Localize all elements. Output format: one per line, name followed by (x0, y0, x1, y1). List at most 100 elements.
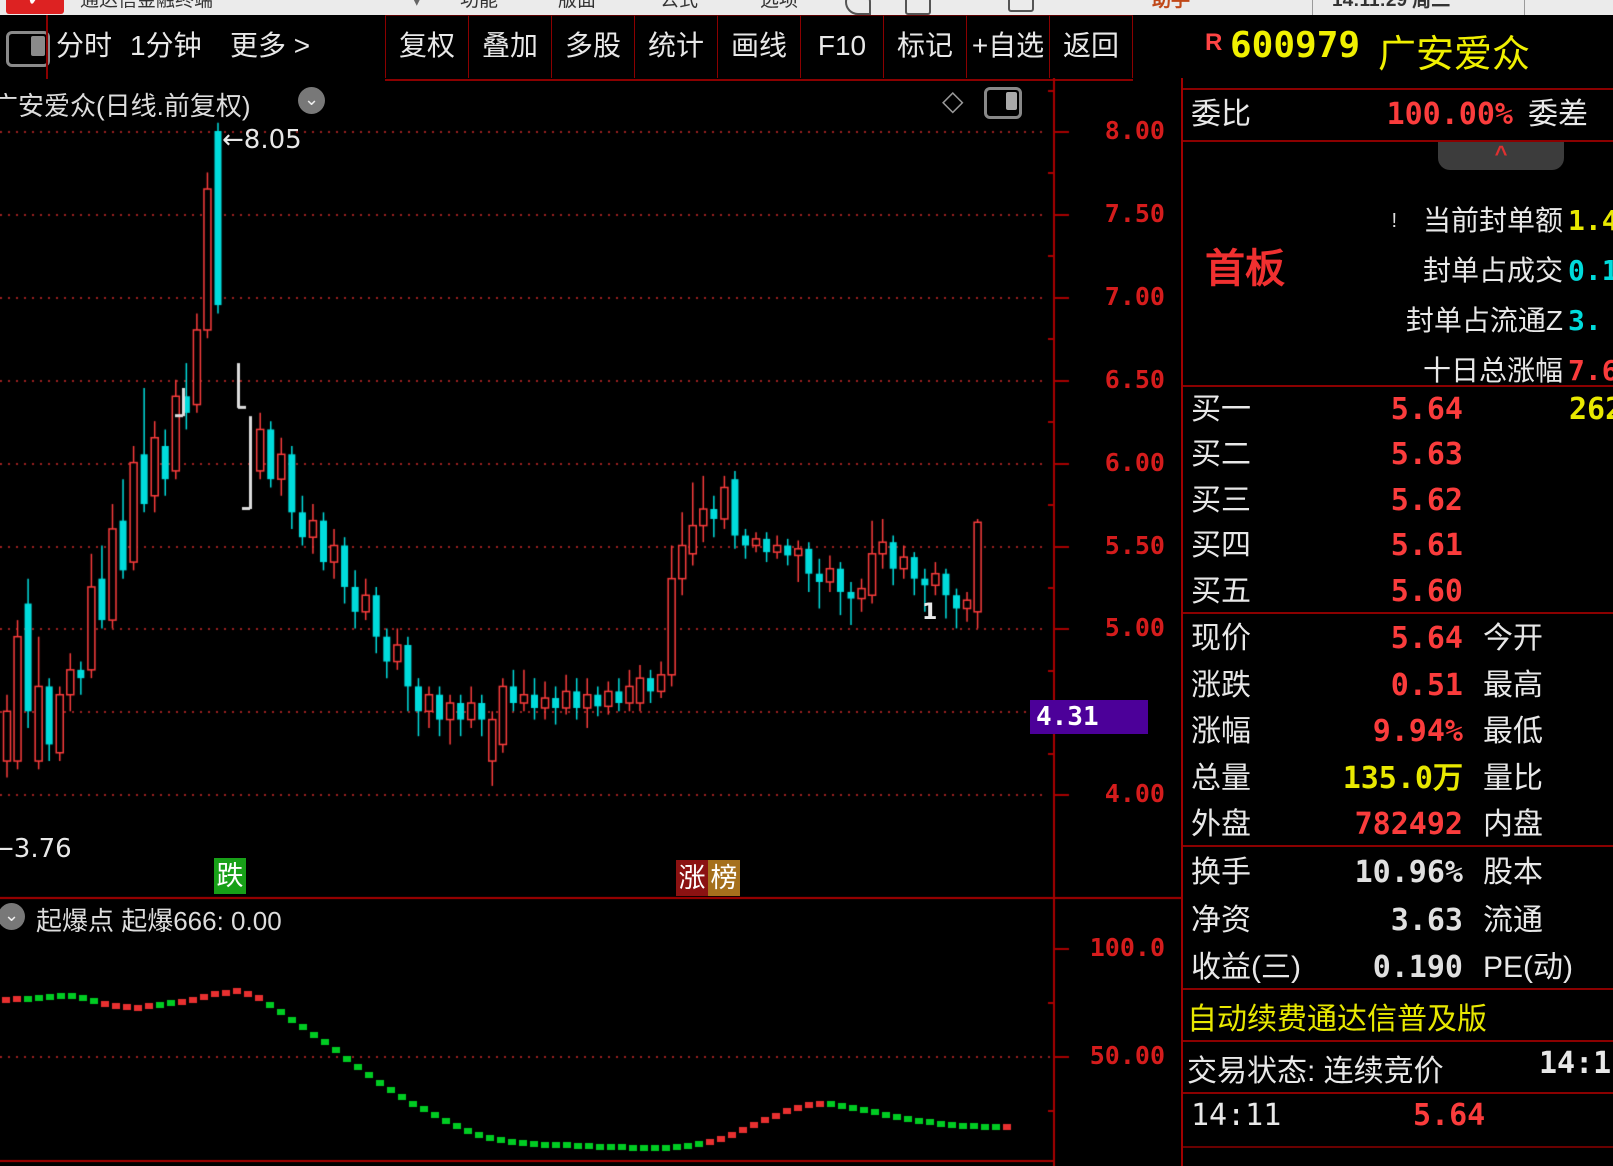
layout-toggle-icon[interactable] (6, 31, 50, 67)
toolbar: 分时1分钟更多 > 复权叠加多股统计画线F10标记+自选返回 R 600979 … (0, 15, 1613, 79)
stat-row-1: ! 当前封单额1.4 (1183, 200, 1613, 242)
toolbar-button-画线[interactable]: 画线 (717, 15, 800, 78)
fall-badge[interactable]: 跌 (214, 858, 246, 894)
indicator-title: 起爆点 起爆666: 0.00 (36, 901, 282, 938)
trade-status-time: 14:11 (1539, 1046, 1613, 1081)
trade-status-row: 交易状态: 连续竞价 14:11 (1187, 1046, 1444, 1090)
info-label2: PE(动) (1483, 944, 1573, 991)
rise-rank-badge-2[interactable]: 榜 (708, 860, 740, 896)
titlebar-menu-4[interactable]: 选项 (760, 0, 798, 15)
calculator-icon[interactable] (905, 0, 931, 15)
tick-time: 14:11 (1191, 1098, 1281, 1133)
buy-price: 5.62 (1191, 478, 1463, 523)
chart-title: 广安爱众(日线.前复权) (0, 86, 251, 123)
toolbar-tab-2[interactable]: 1分钟 (130, 15, 202, 79)
toolbar-button-统计[interactable]: 统计 (634, 15, 717, 78)
stat-label: 封单占成交 (1423, 250, 1563, 292)
quote-label2: 内盘 (1483, 802, 1543, 848)
toolbar-button-叠加[interactable]: 叠加 (468, 15, 551, 78)
buy-price: 5.64 (1191, 387, 1463, 432)
quote-value: 782492 (1191, 802, 1463, 848)
pen-icon[interactable] (845, 0, 871, 15)
quote-label2: 最低 (1483, 709, 1543, 755)
weibi-row: 委比 100.00% 委差 (1183, 90, 1613, 140)
rise-rank-badge[interactable]: 涨 (676, 860, 708, 896)
digit-mark: 1 (922, 600, 937, 625)
quote-value: 5.64 (1191, 616, 1463, 662)
titlebar-menu-3[interactable]: 公式 (660, 0, 698, 15)
buy-price: 5.63 (1191, 432, 1463, 477)
promo-link[interactable]: 自动续费通达信普及版 (1187, 994, 1487, 1038)
toolbar-button-复权[interactable]: 复权 (385, 15, 468, 78)
diamond-icon[interactable]: ◇ (942, 84, 964, 117)
buy-volume: 262 (1569, 387, 1613, 432)
weibi-value: 100.00% (1333, 90, 1513, 140)
buy-row-2[interactable]: 买二5.63 (1183, 432, 1613, 477)
info-row-1: 换手10.96%股本 (1183, 849, 1613, 896)
quote-value: 0.51 (1191, 663, 1463, 709)
stat-value: 1.4 (1568, 200, 1613, 242)
quote-label2: 今开 (1483, 616, 1543, 662)
buy-row-5[interactable]: 买五5.60 (1183, 569, 1613, 614)
toolbar-button-返回[interactable]: 返回 (1049, 15, 1133, 78)
toolbar-button-group: 复权叠加多股统计画线F10标记+自选返回 (385, 15, 1133, 81)
quote-row-涨幅: 涨幅9.94%最低 (1183, 709, 1613, 755)
current-indicator-value-badge: 4.31 (1030, 700, 1148, 734)
panel-toggle-icon[interactable] (984, 87, 1022, 119)
titlebar-separator (1524, 0, 1525, 15)
stat-value: 3. (1568, 300, 1602, 342)
low-price-annotation: ←3.76 (0, 834, 72, 864)
app-title: 通达信金融终端 (80, 0, 213, 15)
buy-row-1[interactable]: 买一5.64262 (1183, 387, 1613, 432)
quote-value: 9.94% (1191, 709, 1463, 755)
price-axis-label: 5.50 (1085, 531, 1165, 560)
info-label2: 流通 (1483, 897, 1543, 944)
indicator-axis-label: 100.0 (1085, 933, 1165, 962)
buy-row-3[interactable]: 买三5.62 (1183, 478, 1613, 523)
quote-label2: 量比 (1483, 756, 1543, 802)
toolbar-tab-3[interactable]: 更多 > (230, 15, 310, 79)
tick-price: 5.64 (1413, 1098, 1485, 1133)
price-axis-label: 4.00 (1085, 779, 1165, 808)
toolbar-tab-1[interactable]: 分时 (56, 15, 112, 79)
info-value: 10.96% (1191, 849, 1463, 896)
info-value: 0.190 (1191, 944, 1463, 991)
trade-status: 交易状态: 连续竞价 (1187, 1055, 1444, 1088)
collapse-tab[interactable]: ^ (1438, 142, 1564, 170)
weicha-label: 委差 (1528, 90, 1588, 140)
high-price-annotation: ←8.05 (222, 125, 302, 155)
assistant-button[interactable]: 助手 (1152, 0, 1190, 15)
quote-row-涨跌: 涨跌0.51最高 (1183, 663, 1613, 709)
quote-panel: 委比 100.00% 委差 ^ 首板 !当前封单额1.4封单占成交0.1封单占流… (1181, 78, 1613, 1166)
toolbar-button-F10[interactable]: F10 (800, 15, 883, 78)
monitor-icon[interactable] (1008, 0, 1034, 12)
buy-row-4[interactable]: 买四5.61 (1183, 523, 1613, 568)
info-value: 3.63 (1191, 897, 1463, 944)
toolbar-button-标记[interactable]: 标记 (883, 15, 966, 78)
titlebar-separator (1312, 0, 1313, 15)
clock: 14:11:29 周二 (1332, 0, 1450, 15)
stock-code: 600979 (1230, 25, 1360, 66)
chevron-down-icon[interactable]: ▾ (412, 0, 422, 15)
price-axis-label: 7.00 (1085, 282, 1165, 311)
stat-label: 当前封单额 (1423, 200, 1563, 242)
toolbar-button-多股[interactable]: 多股 (551, 15, 634, 78)
titlebar-menu-1[interactable]: 功能 (460, 0, 498, 15)
weibi-label: 委比 (1191, 90, 1251, 140)
toolbar-divider (46, 15, 48, 79)
toolbar-button-+自选[interactable]: +自选 (966, 15, 1049, 78)
quote-label2: 最高 (1483, 663, 1543, 709)
stock-name: 广安爱众 (1378, 23, 1530, 78)
info-label2: 股本 (1483, 849, 1543, 896)
stat-value: 0.1 (1568, 250, 1613, 292)
quote-row-现价: 现价5.64今开 (1183, 616, 1613, 662)
chevron-up-icon: ^ (1495, 141, 1508, 166)
kline-chart-canvas[interactable] (0, 78, 1181, 1166)
price-axis-label: 6.00 (1085, 448, 1165, 477)
pin-icon: ! (1391, 200, 1397, 242)
titlebar-menu-2[interactable]: 版面 (558, 0, 596, 15)
stat-row-3: 封单占流通Z3. (1183, 300, 1613, 342)
chevron-down-circle-icon[interactable]: ⌄ (298, 87, 325, 114)
trading-terminal-window: ✓ 通达信金融终端 ▾ 功能 版面 公式 选项 助手 14:11:29 周二 分时 1分… (0, 0, 1613, 1166)
app-logo-icon[interactable]: ✓ (6, 0, 64, 14)
